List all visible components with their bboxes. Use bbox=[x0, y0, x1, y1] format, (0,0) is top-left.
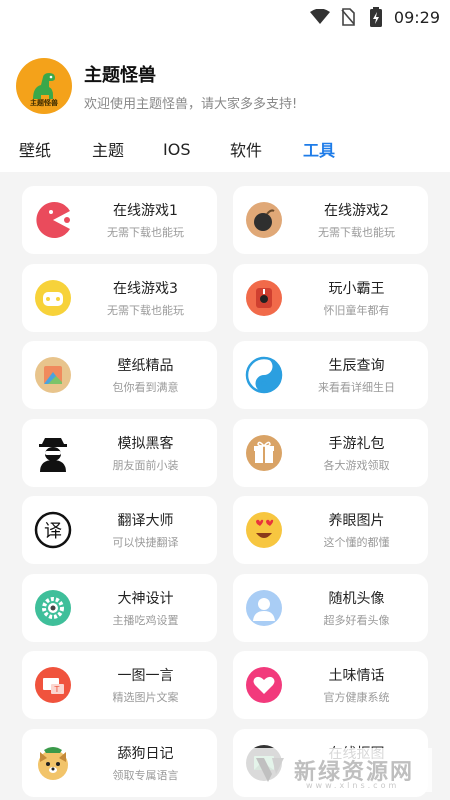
category-tabs: 壁纸 主题 IOS 软件 工具 bbox=[0, 136, 450, 162]
tool-subtitle: 精选图片文案 bbox=[112, 691, 179, 704]
wifi-icon bbox=[309, 7, 330, 27]
status-time: 09:29 bbox=[393, 7, 440, 27]
tools-grid-area: 在线游戏1 无需下载也能玩 在线游戏2 无需下载也能玩 在线游戏3 无需下载也能玩 玩小霸王… bbox=[0, 172, 450, 800]
tool-title: 土味情话 bbox=[328, 668, 385, 684]
tool-subtitle: 各大游戏领取 bbox=[323, 458, 390, 472]
tool-title: 大神设计 bbox=[117, 590, 174, 607]
tool-subtitle: 领取专属语言 bbox=[112, 768, 179, 782]
tool-subtitle: 可以快捷翻译 bbox=[112, 536, 179, 549]
tab-wallpaper[interactable]: 壁纸 bbox=[19, 137, 51, 161]
tool-subtitle: 主播吃鸡设置 bbox=[112, 613, 179, 627]
watermark-url: www.xlns.com bbox=[306, 781, 400, 790]
no-sim-icon bbox=[338, 7, 358, 27]
app-avatar: 主题怪兽 bbox=[16, 58, 72, 114]
tool-title: 生辰查询 bbox=[328, 358, 385, 374]
pacman-icon bbox=[34, 201, 72, 239]
tool-title: 手游礼包 bbox=[328, 435, 385, 452]
app-title: 主题怪兽 bbox=[84, 64, 156, 86]
translate-icon: 译 bbox=[34, 511, 72, 549]
tab-software[interactable]: 软件 bbox=[230, 137, 262, 161]
tool-title: 随机头像 bbox=[328, 590, 385, 607]
tool-card[interactable]: 壁纸精品包你看到满意 bbox=[22, 341, 217, 409]
image-text-icon: T bbox=[34, 666, 72, 704]
retro-console-icon bbox=[245, 279, 283, 317]
tool-title: 玩小霸王 bbox=[328, 280, 385, 297]
tool-card[interactable]: 在线游戏1 无需下载也能玩 bbox=[22, 186, 217, 254]
tool-card[interactable]: 土味情话官方健康系统 bbox=[233, 651, 428, 719]
avatar-text: 主题怪兽 bbox=[30, 99, 58, 107]
tool-card[interactable]: 模拟黑客朋友面前小装 bbox=[22, 418, 217, 487]
tool-subtitle: 来看看详细生日 bbox=[318, 381, 395, 394]
tool-subtitle: 这个懂的都懂 bbox=[323, 536, 390, 549]
heart-icon bbox=[245, 666, 283, 704]
tool-card[interactable]: 随机头像超多好看头像 bbox=[233, 573, 428, 642]
tool-title: 舔狗日记 bbox=[117, 745, 174, 762]
tool-subtitle: 超多好看头像 bbox=[323, 613, 390, 627]
tool-card[interactable]: 养眼图片这个懂的都懂 bbox=[233, 496, 428, 564]
tool-card[interactable]: 手游礼包各大游戏领取 bbox=[233, 418, 428, 487]
tool-subtitle: 无需下载也能玩 bbox=[318, 226, 395, 239]
tool-subtitle: 官方健康系统 bbox=[323, 691, 390, 704]
gift-icon bbox=[245, 434, 283, 472]
battery-icon bbox=[366, 7, 386, 27]
tool-subtitle: 无需下载也能玩 bbox=[107, 226, 184, 239]
app-header: 主题怪兽 主题怪兽 欢迎使用主题怪兽，请大家多多支持! bbox=[16, 58, 297, 114]
heart-eyes-emoji-icon bbox=[245, 511, 283, 549]
svg-text:T: T bbox=[54, 685, 60, 694]
tool-card[interactable]: 译 翻译大师可以快捷翻译 bbox=[22, 496, 217, 564]
tool-card[interactable]: 玩小霸王怀旧童年都有 bbox=[233, 263, 428, 332]
watermark-logo-icon bbox=[256, 758, 284, 782]
tool-subtitle: 包你看到满意 bbox=[112, 381, 179, 394]
watermark: 新绿资源网 www.xlns.com bbox=[246, 748, 432, 792]
status-bar: 09:29 bbox=[0, 0, 450, 34]
tool-card[interactable]: 舔狗日记领取专属语言 bbox=[22, 728, 217, 797]
tool-subtitle: 朋友面前小装 bbox=[112, 458, 179, 472]
game-controller-icon bbox=[34, 279, 72, 317]
tool-title: 翻译大师 bbox=[117, 513, 174, 529]
tool-card[interactable]: T 一图一言精选图片文案 bbox=[22, 651, 217, 719]
bomb-icon bbox=[245, 201, 283, 239]
settings-gear-icon bbox=[34, 589, 72, 627]
tool-card[interactable]: 生辰查询来看看详细生日 bbox=[233, 341, 428, 409]
yin-yang-icon bbox=[245, 356, 283, 394]
tool-card[interactable]: 在线游戏2 无需下载也能玩 bbox=[233, 186, 428, 254]
svg-text:译: 译 bbox=[44, 521, 62, 542]
tab-theme[interactable]: 主题 bbox=[92, 137, 124, 161]
dog-icon bbox=[34, 744, 72, 782]
tool-card[interactable]: 大神设计主播吃鸡设置 bbox=[22, 573, 217, 642]
wallpaper-icon bbox=[34, 356, 72, 394]
app-subtitle: 欢迎使用主题怪兽，请大家多多支持! bbox=[84, 96, 298, 112]
tool-title: 在线游戏2 bbox=[324, 203, 389, 219]
tool-subtitle: 怀旧童年都有 bbox=[323, 303, 390, 317]
tool-title: 壁纸精品 bbox=[117, 358, 174, 374]
user-avatar-icon bbox=[245, 589, 283, 627]
tool-title: 养眼图片 bbox=[328, 513, 385, 529]
tool-card[interactable]: 在线游戏3 无需下载也能玩 bbox=[22, 263, 217, 332]
tool-subtitle: 无需下载也能玩 bbox=[107, 303, 184, 317]
tab-tools[interactable]: 工具 bbox=[303, 137, 335, 161]
tool-title: 在线游戏1 bbox=[113, 203, 178, 219]
tool-title: 模拟黑客 bbox=[117, 435, 174, 452]
tool-title: 一图一言 bbox=[117, 668, 174, 684]
hacker-icon bbox=[34, 434, 72, 472]
tab-ios[interactable]: IOS bbox=[163, 140, 190, 159]
tool-title: 在线游戏3 bbox=[113, 280, 178, 297]
